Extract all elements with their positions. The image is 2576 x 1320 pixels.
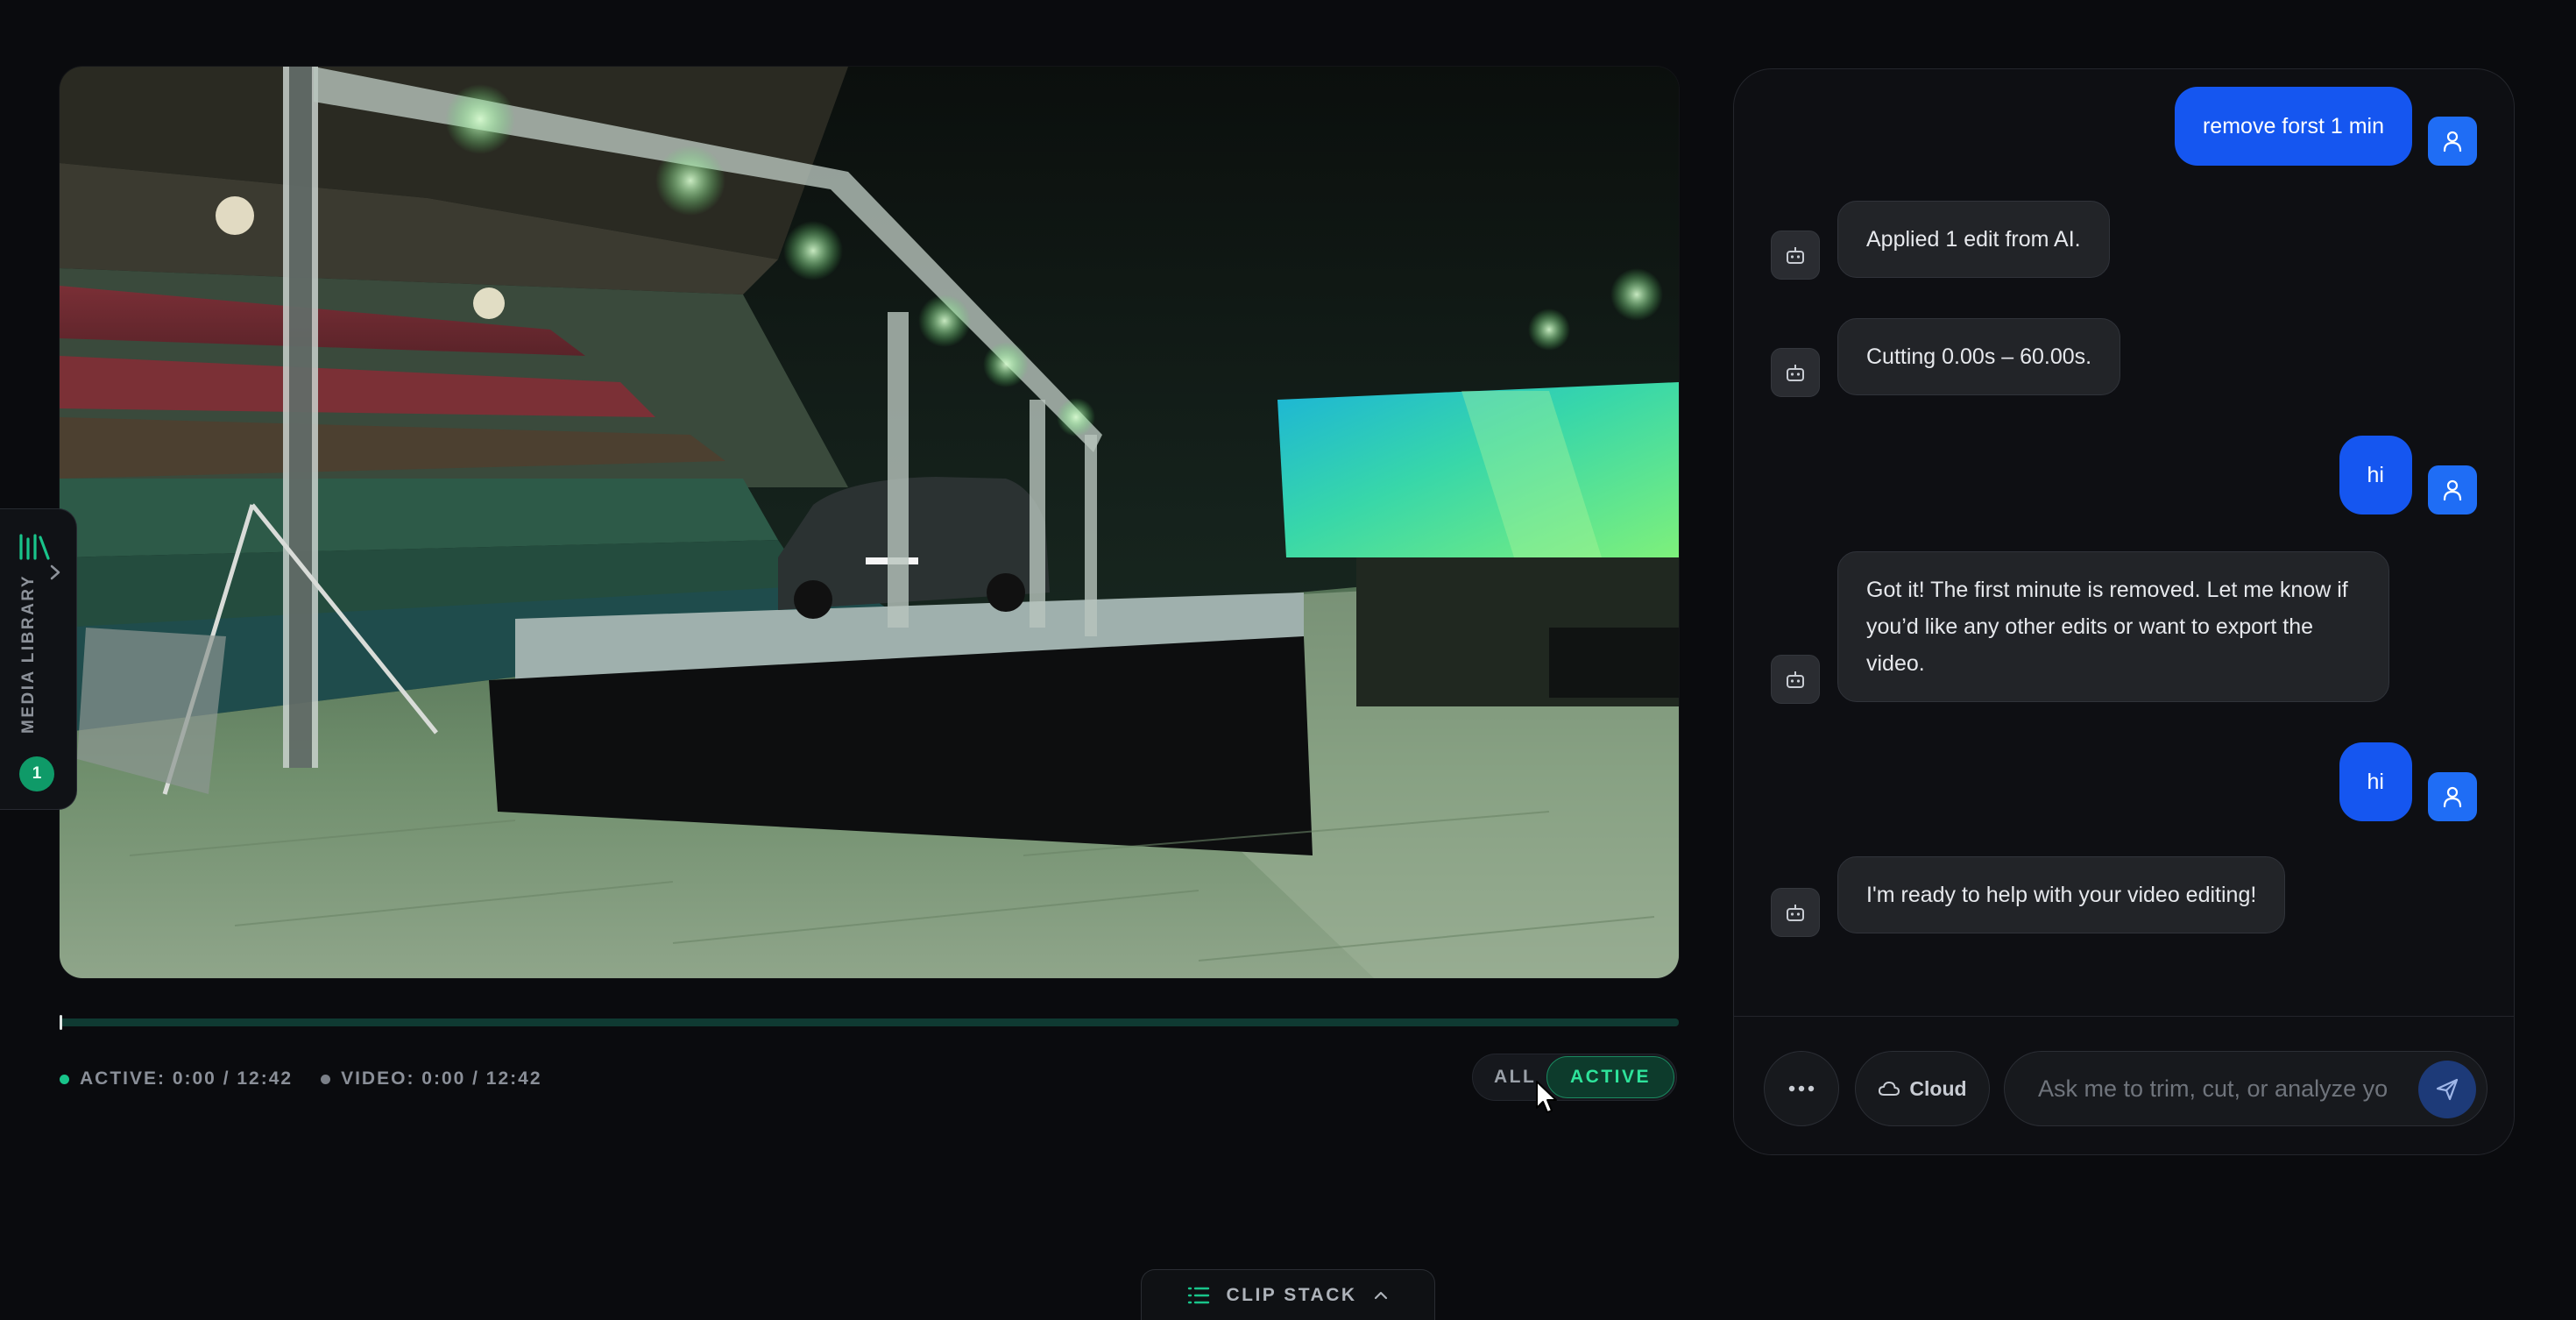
assistant-message: Got it! The first minute is removed. Let… (1837, 551, 2389, 702)
clip-stack-label: CLIP STACK (1226, 1284, 1357, 1305)
assistant-message: Cutting 0.00s – 60.00s. (1837, 318, 2121, 395)
list-icon (1188, 1287, 1210, 1303)
more-options-button[interactable] (1764, 1051, 1839, 1126)
user-message: hi (2339, 742, 2412, 821)
assistant-avatar (1771, 231, 1820, 280)
user-icon (2443, 479, 2462, 501)
user-icon (2443, 131, 2462, 153)
user-avatar (2428, 465, 2477, 515)
playhead[interactable] (60, 1015, 62, 1030)
video-indicator-dot (321, 1074, 331, 1084)
send-button[interactable] (2418, 1061, 2476, 1118)
mouse-pointer-icon (1536, 1081, 1557, 1113)
chevron-up-icon (1374, 1291, 1387, 1299)
ellipsis-icon (1788, 1085, 1815, 1092)
user-icon (2443, 786, 2462, 808)
cloud-icon (1879, 1082, 1900, 1096)
chevron-right-icon[interactable] (49, 564, 61, 581)
bot-icon (1787, 365, 1804, 381)
user-avatar (2428, 772, 2477, 821)
library-icon (19, 534, 50, 560)
video-editor-app: ACTIVE: 0:00 / 12:42 VIDEO: 0:00 / 12:42… (0, 0, 2576, 1320)
ai-chat-panel: remove forst 1 min Applied 1 edit from A… (1733, 68, 2515, 1155)
user-message: remove forst 1 min (2174, 87, 2412, 166)
video-timecode-text: VIDEO: 0:00 / 12:42 (341, 1068, 542, 1089)
bot-icon (1787, 905, 1804, 921)
media-count-badge: 1 (19, 756, 54, 791)
video-frame-image (60, 67, 1679, 978)
bot-icon (1787, 247, 1804, 264)
timeline-scrubber[interactable] (60, 1018, 1679, 1026)
clip-filter-toggle: ALL ACTIVE (1472, 1054, 1677, 1101)
composer-divider (1734, 1016, 2514, 1017)
assistant-avatar (1771, 348, 1820, 397)
active-indicator-dot (60, 1074, 69, 1084)
video-preview[interactable] (60, 67, 1679, 978)
video-timecode: VIDEO: 0:00 / 12:42 (321, 1068, 541, 1089)
bot-icon (1787, 671, 1804, 688)
assistant-avatar (1771, 888, 1820, 937)
timecode-readout: ACTIVE: 0:00 / 12:42 VIDEO: 0:00 / 12:42 (60, 1068, 542, 1090)
cloud-label: Cloud (1909, 1076, 1967, 1100)
active-timecode: ACTIVE: 0:00 / 12:42 (60, 1068, 293, 1089)
send-icon (2436, 1078, 2459, 1101)
active-timecode-text: ACTIVE: 0:00 / 12:42 (80, 1068, 294, 1089)
user-avatar (2428, 117, 2477, 166)
media-library-label: MEDIA LIBRARY (19, 573, 38, 734)
media-library-tab[interactable]: MEDIA LIBRARY 1 (0, 508, 77, 810)
clip-stack-drawer-toggle[interactable]: CLIP STACK (1141, 1269, 1435, 1320)
filter-active-option[interactable]: ACTIVE (1546, 1056, 1674, 1098)
user-message: hi (2339, 436, 2412, 515)
chat-input[interactable] (2038, 1052, 2388, 1125)
assistant-avatar (1771, 655, 1820, 704)
assistant-message: I'm ready to help with your video editin… (1837, 856, 2286, 933)
assistant-message: Applied 1 edit from AI. (1837, 201, 2110, 278)
chat-input-container (2004, 1051, 2488, 1126)
cloud-model-button[interactable]: Cloud (1855, 1051, 1990, 1126)
